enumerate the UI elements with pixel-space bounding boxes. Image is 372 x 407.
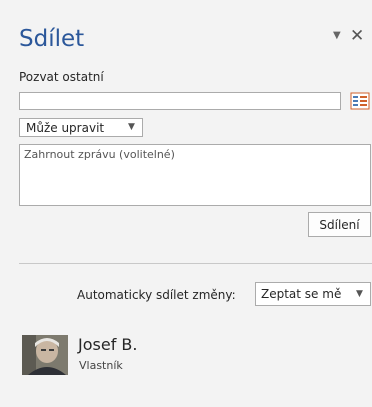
auto-share-value: Zeptat se mě bbox=[261, 287, 342, 301]
auto-share-label: Automaticky sdílet změny: bbox=[77, 288, 236, 302]
close-icon[interactable]: ✕ bbox=[350, 26, 364, 46]
permission-dropdown[interactable]: Může upravit ▼ bbox=[19, 118, 143, 137]
user-name: Josef B. bbox=[78, 335, 138, 354]
auto-share-dropdown[interactable]: Zeptat se mě ▼ bbox=[255, 282, 371, 306]
chevron-down-icon[interactable]: ▼ bbox=[333, 30, 341, 41]
invite-input[interactable] bbox=[19, 92, 341, 110]
avatar bbox=[22, 335, 68, 375]
pane-title: Sdílet bbox=[19, 26, 85, 52]
chevron-down-icon: ▼ bbox=[356, 289, 363, 299]
chevron-down-icon: ▼ bbox=[128, 122, 135, 132]
invite-label: Pozvat ostatní bbox=[19, 70, 104, 84]
divider bbox=[19, 263, 372, 264]
user-role: Vlastník bbox=[79, 359, 123, 372]
share-button[interactable]: Sdílení bbox=[308, 212, 371, 237]
permission-value: Může upravit bbox=[26, 121, 105, 135]
address-book-icon[interactable] bbox=[350, 92, 370, 110]
message-field[interactable] bbox=[19, 144, 371, 206]
